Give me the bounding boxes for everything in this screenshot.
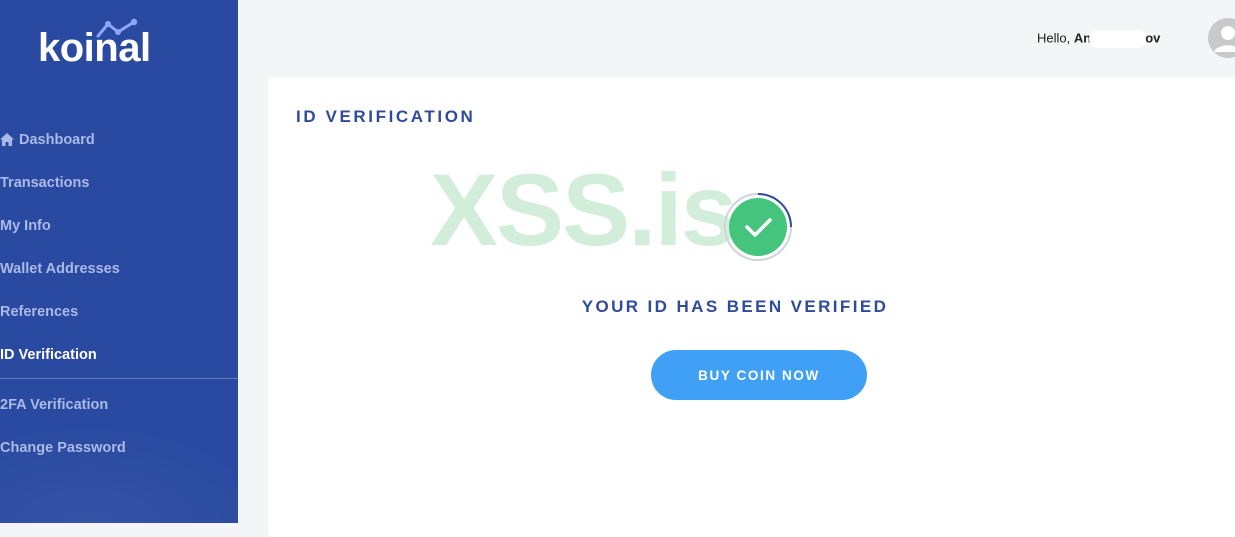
- sidebar-item-transactions[interactable]: Transactions: [0, 161, 238, 204]
- sidebar-item-change-password[interactable]: Change Password: [0, 426, 238, 469]
- brand-logo[interactable]: koinal: [38, 18, 178, 78]
- verification-card: ID VERIFICATION XSS.is YOUR ID HAS BEEN …: [268, 77, 1235, 537]
- sidebar-item-label: Transactions: [0, 174, 90, 191]
- sidebar-item-label: Change Password: [0, 439, 126, 456]
- check-circle-icon: [724, 193, 792, 261]
- verified-status-text: YOUR ID HAS BEEN VERIFIED: [581, 297, 889, 316]
- greeting-prefix: Hello,: [1037, 30, 1071, 46]
- page-title: ID VERIFICATION: [296, 107, 476, 126]
- chart-spark-icon: [96, 18, 138, 38]
- sidebar-item-label: Wallet Addresses: [0, 260, 120, 277]
- avatar[interactable]: [1208, 18, 1235, 58]
- sidebar-item-references[interactable]: References: [0, 290, 238, 333]
- verified-badge: [723, 192, 793, 262]
- user-name-end: ov: [1145, 30, 1161, 46]
- sidebar: koinal Dashboard Transactions My Info Wa…: [0, 0, 238, 523]
- sidebar-nav: Dashboard Transactions My Info Wallet Ad…: [0, 118, 238, 469]
- sidebar-item-my-info[interactable]: My Info: [0, 204, 238, 247]
- buy-coin-button[interactable]: BUY COIN NOW: [651, 350, 867, 400]
- sidebar-item-label: My Info: [0, 217, 51, 234]
- sidebar-item-2fa-verification[interactable]: 2FA Verification: [0, 383, 238, 426]
- sidebar-item-id-verification[interactable]: ID Verification: [0, 333, 238, 376]
- sidebar-divider: [0, 378, 238, 379]
- watermark: XSS.is: [430, 153, 738, 267]
- sidebar-item-label: Dashboard: [19, 131, 95, 148]
- sidebar-item-label: ID Verification: [0, 346, 97, 363]
- sidebar-item-dashboard[interactable]: Dashboard: [0, 118, 238, 161]
- user-avatar-icon: [1208, 18, 1235, 58]
- sidebar-item-wallet-addresses[interactable]: Wallet Addresses: [0, 247, 238, 290]
- redaction-mark: [1089, 30, 1148, 48]
- sidebar-item-label: References: [0, 303, 79, 320]
- home-icon: [0, 133, 14, 146]
- sidebar-item-label: 2FA Verification: [0, 396, 109, 413]
- user-greeting: Hello, An ov: [1037, 30, 1160, 48]
- verified-status-message: YOUR ID HAS BEEN VERIFIED: [268, 297, 1235, 317]
